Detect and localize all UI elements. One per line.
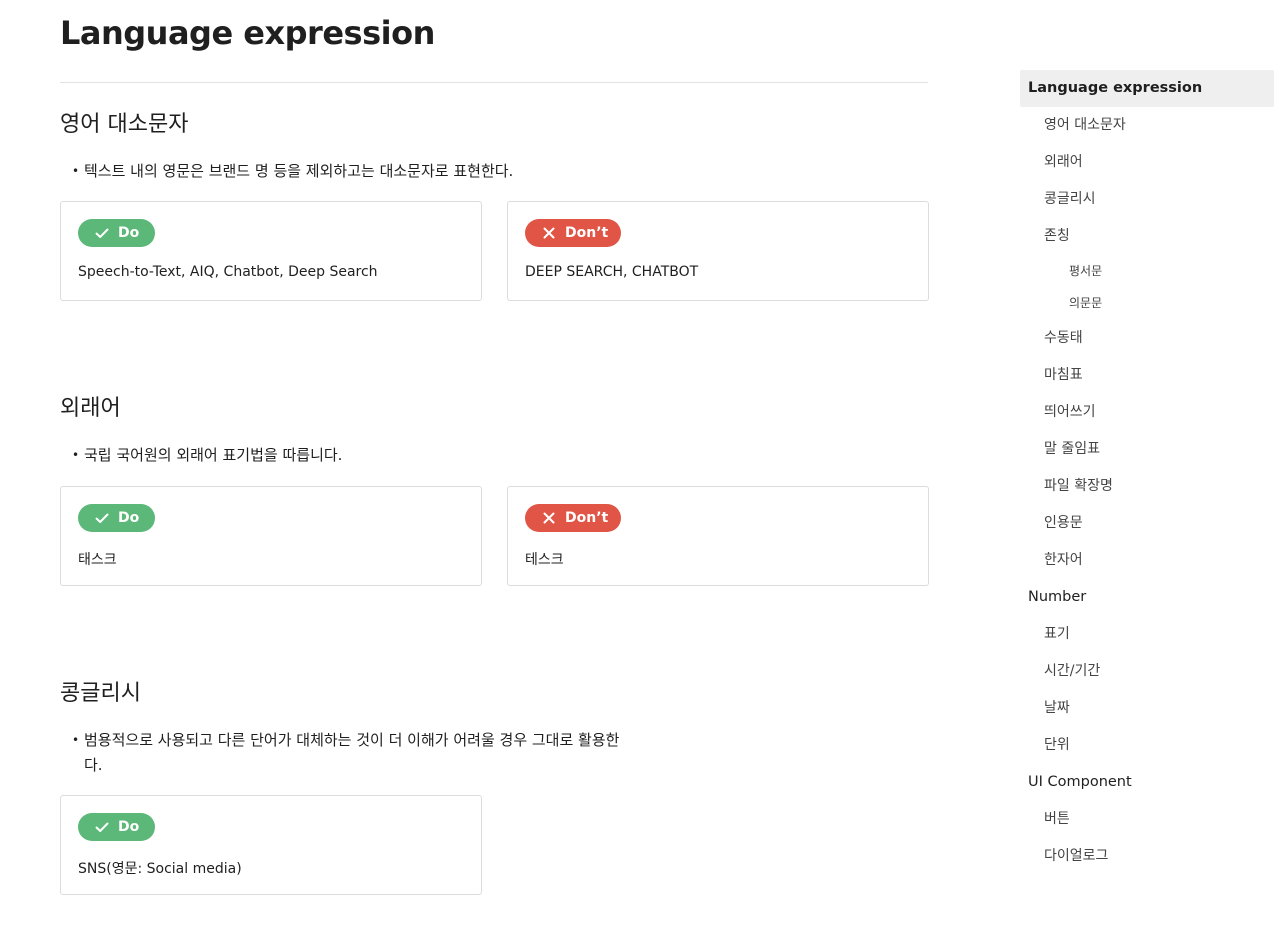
- bullet-item: • 국립 국어원의 외래어 표기법을 따릅니다.: [72, 443, 342, 468]
- do-example: SNS(영문: Social media): [78, 861, 242, 877]
- toc-item-date[interactable]: 날짜: [1020, 690, 1274, 727]
- toc-item-dialog[interactable]: 다이얼로그: [1020, 838, 1274, 875]
- title-divider: [60, 82, 928, 83]
- toc-item-period[interactable]: 마침표: [1020, 357, 1274, 394]
- do-badge: Do: [78, 504, 155, 532]
- toc-item-interrogative[interactable]: 의문문: [1020, 287, 1274, 319]
- bullet-text: 국립 국어원의 외래어 표기법을 따릅니다.: [84, 446, 343, 464]
- toc-item-file-extension[interactable]: 파일 확장명: [1020, 468, 1274, 505]
- toc-item-spacing[interactable]: 띄어쓰기: [1020, 394, 1274, 431]
- toc-item-language-expression[interactable]: Language expression: [1020, 70, 1274, 107]
- section-heading: 외래어: [60, 396, 121, 421]
- do-example: Speech-to-Text, AIQ, Chatbot, Deep Searc…: [78, 264, 378, 280]
- bullet-dot: •: [72, 733, 80, 747]
- toc-item-quotation[interactable]: 인용문: [1020, 505, 1274, 542]
- toc-item-button[interactable]: 버튼: [1020, 801, 1274, 838]
- toc-item-passive-voice[interactable]: 수동태: [1020, 320, 1274, 357]
- dont-card: Don’t DEEP SEARCH, CHATBOT: [507, 201, 929, 301]
- page-title: Language expression: [60, 14, 435, 52]
- dont-label: Don’t: [565, 510, 609, 526]
- do-label: Do: [118, 510, 140, 526]
- toc-item-loanwords[interactable]: 외래어: [1020, 144, 1274, 181]
- do-badge: Do: [78, 219, 155, 247]
- bullet-item: • 범용적으로 사용되고 다른 단어가 대체하는 것이 더 이해가 어려울 경우…: [72, 728, 619, 778]
- close-icon: [541, 225, 557, 241]
- section-english-case: 영어 대소문자: [60, 110, 930, 140]
- section-loanwords: 외래어: [60, 394, 930, 424]
- toc-item-unit[interactable]: 단위: [1020, 727, 1274, 764]
- do-label: Do: [118, 225, 140, 241]
- dont-badge: Don’t: [525, 219, 621, 247]
- section-konglish: 콩글리시: [60, 679, 930, 709]
- toc-item-time-period[interactable]: 시간/기간: [1020, 653, 1274, 690]
- bullet-dot: •: [72, 448, 80, 462]
- close-icon: [541, 510, 557, 526]
- toc-item-sino-korean[interactable]: 한자어: [1020, 542, 1274, 579]
- do-example: 태스크: [78, 552, 117, 568]
- do-badge: Do: [78, 813, 155, 841]
- toc-item-ui-component[interactable]: UI Component: [1020, 764, 1274, 801]
- dont-example: DEEP SEARCH, CHATBOT: [525, 264, 699, 280]
- bullet-text-line-2: 다.: [84, 756, 103, 774]
- dont-example: 테스크: [525, 552, 564, 568]
- do-card: Do 태스크: [60, 486, 482, 586]
- bullet-dot: •: [72, 164, 80, 178]
- bullet-text: 텍스트 내의 영문은 브랜드 명 등을 제외하고는 대소문자로 표현한다.: [84, 162, 514, 180]
- dont-badge: Don’t: [525, 504, 621, 532]
- dont-label: Don’t: [565, 225, 609, 241]
- check-icon: [94, 819, 110, 835]
- toc-item-konglish[interactable]: 콩글리시: [1020, 181, 1274, 218]
- do-card: Do Speech-to-Text, AIQ, Chatbot, Deep Se…: [60, 201, 482, 301]
- dont-card: Don’t 테스크: [507, 486, 929, 586]
- check-icon: [94, 510, 110, 526]
- bullet-text-line-1: 범용적으로 사용되고 다른 단어가 대체하는 것이 더 이해가 어려울 경우 그…: [84, 731, 620, 749]
- toc-item-declarative[interactable]: 평서문: [1020, 255, 1274, 287]
- check-icon: [94, 225, 110, 241]
- do-card: Do SNS(영문: Social media): [60, 795, 482, 895]
- toc-item-english-case[interactable]: 영어 대소문자: [1020, 107, 1274, 144]
- toc-item-honorifics[interactable]: 존칭: [1020, 218, 1274, 255]
- section-heading: 영어 대소문자: [60, 112, 189, 137]
- toc-item-ellipsis[interactable]: 말 줄임표: [1020, 431, 1274, 468]
- toc-item-notation[interactable]: 표기: [1020, 616, 1274, 653]
- toc-item-number[interactable]: Number: [1020, 579, 1274, 616]
- do-label: Do: [118, 819, 140, 835]
- section-heading: 콩글리시: [60, 681, 141, 706]
- bullet-item: • 텍스트 내의 영문은 브랜드 명 등을 제외하고는 대소문자로 표현한다.: [72, 159, 513, 184]
